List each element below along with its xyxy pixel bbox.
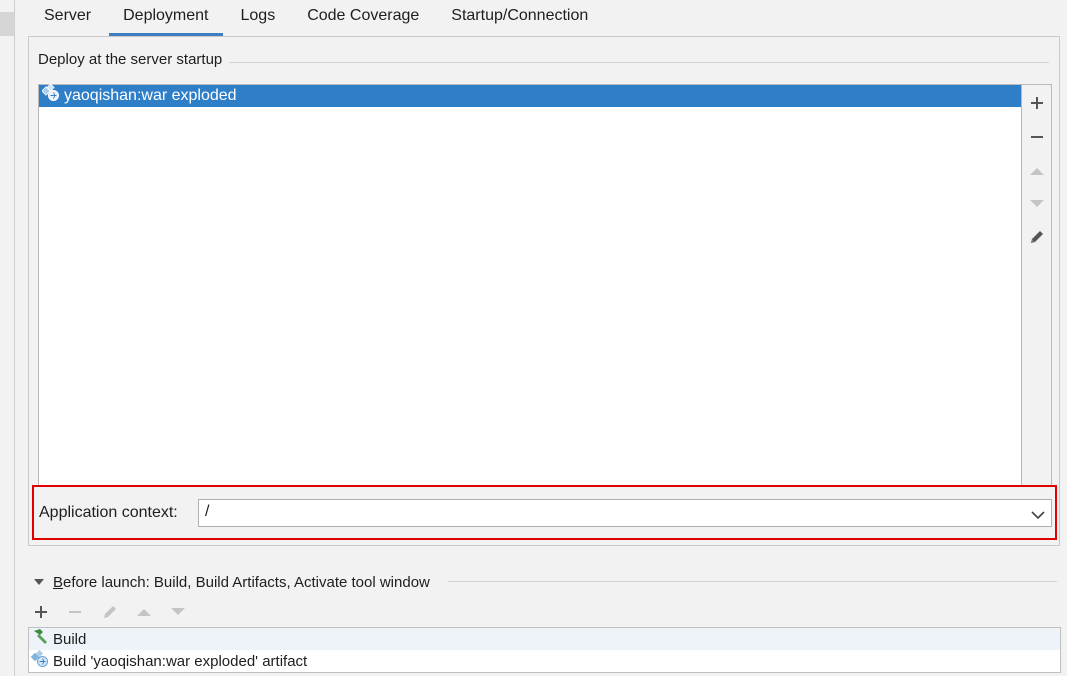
tab-code-coverage[interactable]: Code Coverage [291, 0, 435, 36]
list-item[interactable]: yaoqishan:war exploded [39, 82, 1021, 109]
list-item-label: Build 'yaoqishan:war exploded' artifact [53, 652, 308, 670]
remove-icon [1031, 136, 1043, 138]
move-up-icon [137, 609, 151, 616]
move-down-icon [171, 608, 185, 615]
before-launch-mnemonic: B [53, 573, 64, 591]
remove-icon [69, 611, 81, 613]
left-gutter [0, 0, 15, 676]
before-launch-toolbar [34, 601, 204, 623]
application-context-label: Application context: [39, 504, 178, 521]
before-launch-move-up-button[interactable] [136, 601, 170, 623]
add-icon [1031, 97, 1043, 109]
deployment-panel: Deploy at the server startup yaoqishan:w… [28, 36, 1060, 546]
hammer-icon [31, 628, 49, 650]
artifact-icon [30, 649, 49, 672]
add-button[interactable] [1022, 88, 1052, 118]
move-down-icon [1030, 200, 1044, 207]
before-launch-remove-button[interactable] [68, 601, 102, 623]
edit-icon [104, 606, 116, 618]
deploy-artifact-list[interactable]: yaoqishan:war exploded [38, 82, 1022, 486]
tab-deployment[interactable]: Deployment [107, 0, 224, 36]
move-up-button[interactable] [1022, 156, 1052, 186]
left-gutter-selection[interactable] [0, 12, 14, 36]
edit-icon [1031, 231, 1043, 243]
artifact-icon [41, 82, 60, 109]
edit-button[interactable] [1022, 222, 1052, 252]
before-launch-title: Before launch: Build, Build Artifacts, A… [53, 574, 430, 591]
before-launch-title-rest: efore launch: Build, Build Artifacts, Ac… [63, 573, 430, 591]
list-item-label: Build [53, 630, 87, 648]
before-launch-header[interactable]: Before launch: Build, Build Artifacts, A… [33, 572, 430, 592]
application-context-value: / [205, 503, 210, 520]
tab-bar: Server Deployment Logs Code Coverage Sta… [28, 0, 604, 36]
chevron-down-icon[interactable] [1031, 507, 1045, 525]
list-item-label: yaoqishan:war exploded [64, 87, 237, 104]
before-launch-move-down-button[interactable] [170, 601, 204, 623]
before-launch-task-list[interactable]: Build Build 'yaoqishan:war exploded' art… [28, 627, 1061, 673]
remove-button[interactable] [1022, 122, 1052, 152]
move-down-button[interactable] [1022, 189, 1052, 219]
before-launch-edit-button[interactable] [102, 601, 136, 623]
deploy-group-title: Deploy at the server startup [38, 51, 229, 68]
before-launch-add-button[interactable] [34, 601, 68, 623]
move-up-icon [1030, 168, 1044, 175]
add-icon [35, 606, 47, 618]
application-context-combobox[interactable]: / [198, 499, 1052, 527]
tab-logs[interactable]: Logs [225, 0, 292, 36]
list-item[interactable]: Build [29, 628, 1060, 650]
tab-startup-connection[interactable]: Startup/Connection [435, 0, 604, 36]
application-context-highlight: Application context: / [32, 485, 1057, 540]
group-separator [229, 62, 1049, 63]
collapse-triangle-icon[interactable] [33, 577, 45, 587]
list-item[interactable]: Build 'yaoqishan:war exploded' artifact [29, 649, 1060, 672]
deploy-side-toolbar [1022, 84, 1052, 486]
tab-server[interactable]: Server [28, 0, 107, 36]
before-launch-separator [448, 581, 1057, 582]
